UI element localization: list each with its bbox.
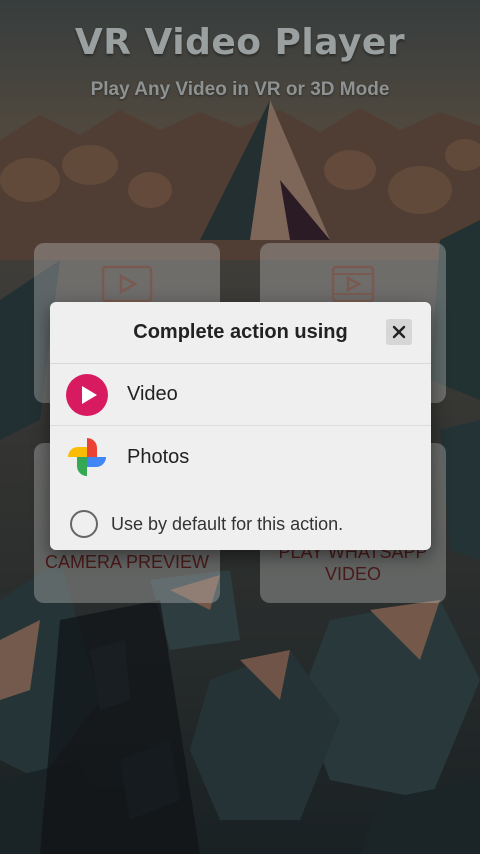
tile-label: CAMERA PREVIEW — [44, 552, 210, 572]
option-label: Photos — [127, 445, 190, 468]
option-video[interactable]: Video — [50, 364, 431, 426]
app-subtitle: Play Any Video in VR or 3D Mode — [90, 79, 390, 100]
dialog-header: Complete action using — [50, 302, 431, 364]
use-by-default-radio[interactable] — [70, 510, 98, 538]
option-label: Video — [127, 383, 178, 405]
film-play-icon — [331, 265, 375, 303]
dialog-title: Complete action using — [133, 321, 348, 343]
video-app-icon — [66, 373, 108, 416]
close-button[interactable] — [386, 319, 412, 345]
close-icon — [392, 325, 406, 339]
google-photos-icon — [68, 438, 106, 476]
use-by-default-row[interactable]: Use by default for this action. — [50, 505, 431, 541]
complete-action-dialog: Complete action using Video Photos Use b… — [50, 302, 431, 550]
app-title: VR Video Player — [74, 22, 406, 63]
option-photos[interactable]: Photos — [50, 426, 431, 488]
play-video-icon — [101, 265, 153, 303]
use-by-default-label: Use by default for this action. — [111, 514, 344, 534]
